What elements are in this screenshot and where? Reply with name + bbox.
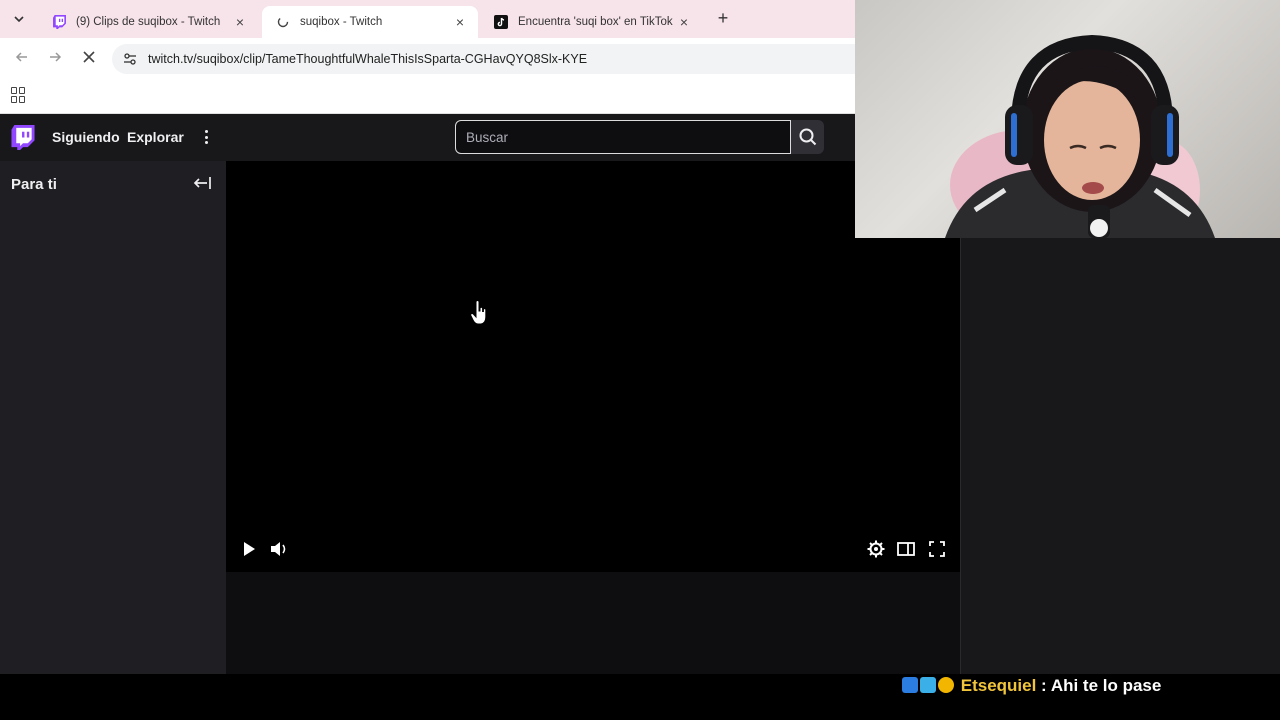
play-button[interactable] <box>239 539 259 559</box>
volume-icon <box>271 542 286 556</box>
twitch-favicon-icon <box>52 15 66 29</box>
twitch-logo-icon[interactable] <box>11 125 35 150</box>
forward-button[interactable] <box>45 50 65 70</box>
close-icon <box>83 51 95 63</box>
close-tab-icon[interactable]: × <box>452 14 468 30</box>
chat-message-text: Ahi te lo pase <box>1050 676 1162 695</box>
browser-tab-tiktok[interactable]: Encuentra 'suqi box' en TikTok | × <box>480 6 702 38</box>
stop-loading-button[interactable] <box>79 50 99 70</box>
browser-tab-active[interactable]: suqibox - Twitch × <box>262 6 478 38</box>
search-button[interactable] <box>791 120 824 154</box>
collapse-sidebar-icon[interactable] <box>192 174 212 192</box>
tab-label: (9) Clips de suqibox - Twitch <box>76 16 221 28</box>
screen: (9) Clips de suqibox - Twitch × suqibox … <box>0 0 1280 720</box>
chat-message-overlay: Etsequiel : Ahi te lo pase <box>902 671 1162 701</box>
tiktok-favicon-icon <box>494 15 508 29</box>
sidebar-title: Para ti <box>11 176 57 193</box>
chat-username: Etsequiel <box>960 676 1037 695</box>
chat-panel <box>960 238 1280 674</box>
theatre-mode-icon <box>897 542 915 556</box>
settings-button[interactable] <box>866 539 886 559</box>
nav-following-link[interactable]: Siguiendo <box>52 129 120 145</box>
chevron-down-icon <box>14 15 24 22</box>
sidebar: Para ti <box>0 161 226 674</box>
loading-favicon-icon <box>276 15 290 29</box>
browser-tab-clips[interactable]: (9) Clips de suqibox - Twitch × <box>38 6 258 38</box>
new-tab-button[interactable]: + <box>712 8 734 30</box>
tab-search-button[interactable] <box>8 8 30 30</box>
close-tab-icon[interactable]: × <box>676 14 692 30</box>
close-tab-icon[interactable]: × <box>232 14 248 30</box>
search-input[interactable] <box>466 129 790 145</box>
back-button[interactable] <box>12 50 32 70</box>
address-bar[interactable]: twitch.tv/suqibox/clip/TameThoughtfulWha… <box>112 44 855 74</box>
volume-button[interactable] <box>269 539 289 559</box>
fullscreen-icon <box>929 541 945 557</box>
browser-tabstrip: (9) Clips de suqibox - Twitch × suqibox … <box>0 0 855 38</box>
clip-info-area <box>226 572 960 674</box>
site-settings-icon[interactable] <box>122 51 138 67</box>
browser-toolbar: twitch.tv/suqibox/clip/TameThoughtfulWha… <box>0 38 855 80</box>
gear-icon <box>867 540 885 558</box>
chat-separator: : <box>1036 676 1051 695</box>
more-options-icon[interactable] <box>198 128 214 146</box>
bookmarks-bar <box>0 80 855 114</box>
arrow-left-icon <box>15 52 27 62</box>
play-icon <box>244 542 255 556</box>
arrow-right-icon <box>50 52 62 62</box>
twitch-top-nav: Siguiendo Explorar <box>0 114 855 161</box>
theatre-mode-button[interactable] <box>896 539 916 559</box>
streamer-webcam-image <box>945 34 1215 238</box>
url-text: twitch.tv/suqibox/clip/TameThoughtfulWha… <box>148 52 588 66</box>
search-box <box>455 120 791 154</box>
badge-icon <box>902 677 918 693</box>
webcam-overlay <box>855 0 1280 238</box>
fullscreen-button[interactable] <box>927 539 947 559</box>
nav-browse-link[interactable]: Explorar <box>127 129 184 145</box>
video-player[interactable] <box>226 161 960 572</box>
tab-label: Encuentra 'suqi box' en TikTok | <box>518 16 676 28</box>
badge-icon <box>938 677 954 693</box>
hand-cursor-icon <box>470 300 487 325</box>
badge-icon <box>920 677 936 693</box>
search-icon <box>799 128 816 146</box>
apps-grid-icon[interactable] <box>11 87 27 103</box>
tab-label: suqibox - Twitch <box>300 16 383 28</box>
